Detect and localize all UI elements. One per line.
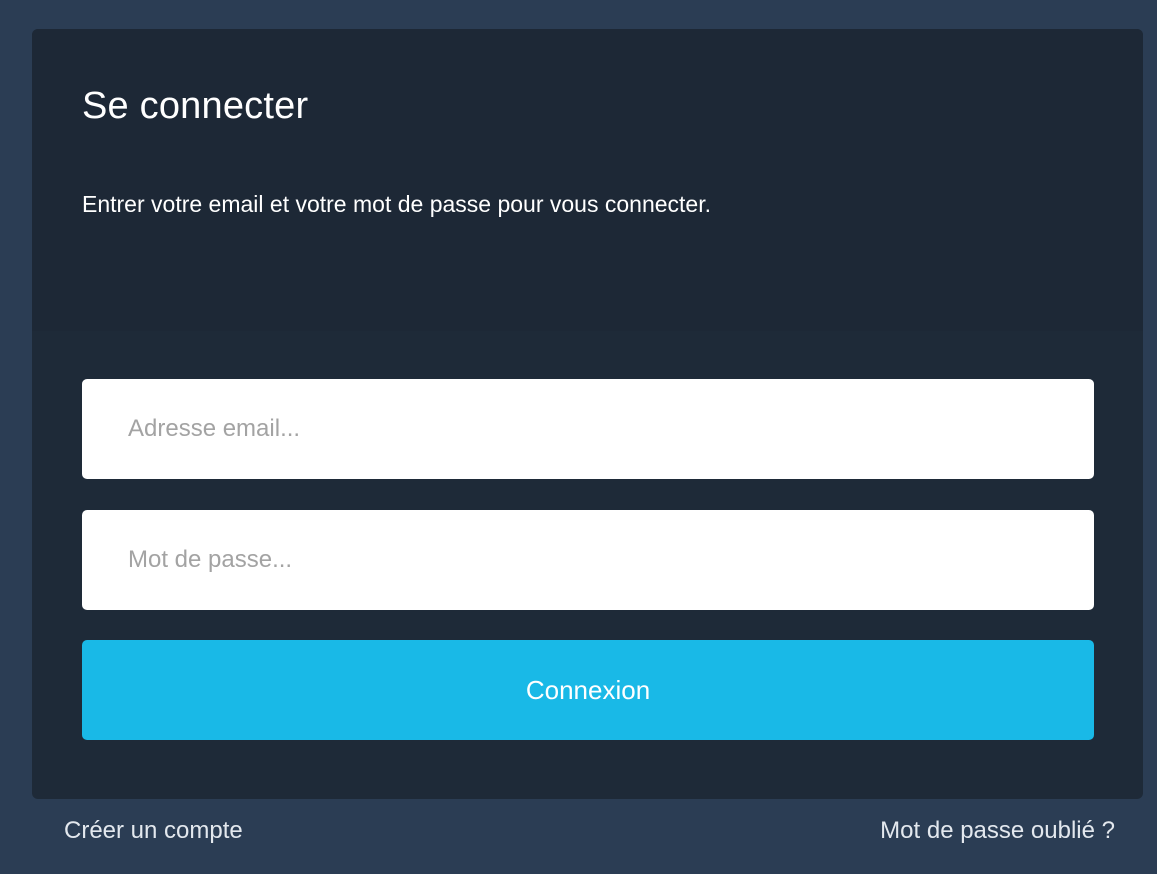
create-account-link[interactable]: Créer un compte (64, 815, 243, 847)
forgot-password-link[interactable]: Mot de passe oublié ? (880, 815, 1115, 847)
password-field[interactable] (82, 510, 1094, 610)
login-card: Se connecter Entrer votre email et votre… (32, 29, 1143, 799)
login-instructions: Entrer votre email et votre mot de passe… (82, 191, 711, 217)
login-card-header: Se connecter Entrer votre email et votre… (32, 29, 1143, 331)
email-field[interactable] (82, 379, 1094, 479)
page-title: Se connecter (82, 85, 309, 127)
login-button[interactable]: Connexion (82, 640, 1094, 740)
